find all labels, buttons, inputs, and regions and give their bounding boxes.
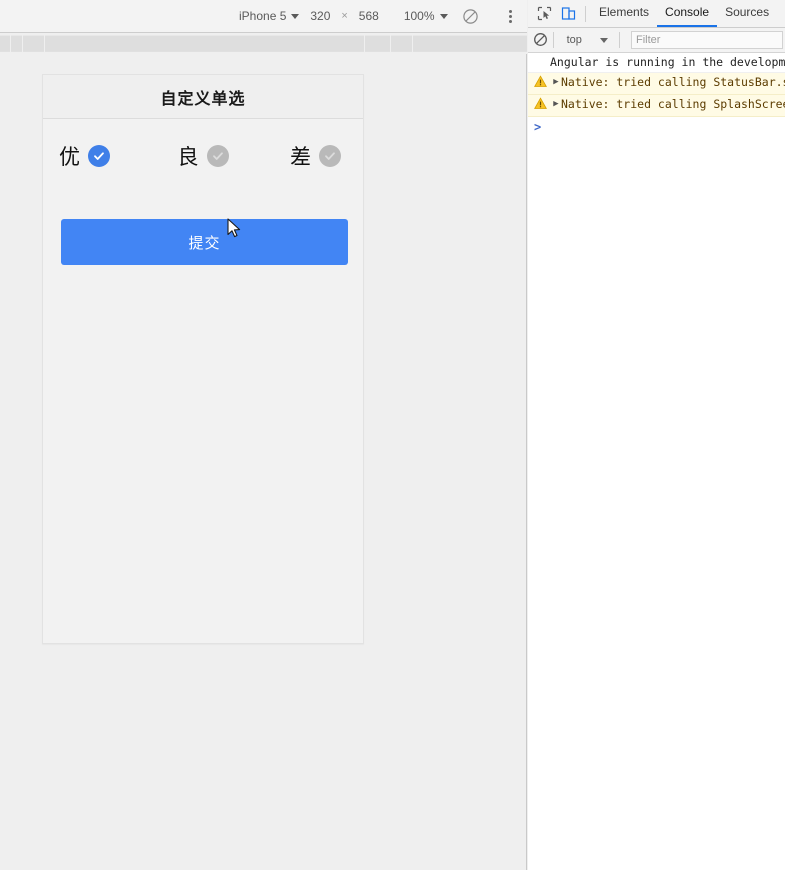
device-select[interactable]: iPhone 5	[235, 7, 303, 25]
chevron-down-icon	[600, 37, 609, 43]
prompt-arrow-icon: >	[534, 120, 542, 134]
ruler-tick	[22, 35, 23, 52]
ruler-tick	[390, 35, 391, 52]
ruler-tick	[412, 35, 413, 52]
toolbar-divider	[619, 32, 620, 48]
console-message-text: Native: tried calling SplashScreen	[561, 97, 785, 111]
console-message-text: Angular is running in the developme	[550, 55, 785, 69]
device-toolbar-icon[interactable]	[556, 3, 580, 25]
submit-button[interactable]: 提交	[61, 219, 348, 265]
radio-check-icon-selected[interactable]	[88, 145, 110, 167]
warning-triangle-icon	[534, 97, 548, 116]
toolbar-divider	[585, 5, 586, 22]
ruler-track[interactable]	[0, 35, 527, 52]
tab-sources[interactable]: Sources	[717, 0, 777, 27]
device-toolbar-menu-button[interactable]	[501, 5, 519, 27]
zoom-select[interactable]: 100%	[400, 7, 452, 25]
dimension-times-icon: ×	[341, 10, 348, 22]
ruler-tick	[44, 35, 45, 52]
console-message-warning[interactable]: ▶ Native: tried calling SplashScreen	[528, 95, 785, 117]
card-body: 优 良 差 提交	[43, 119, 363, 643]
phone-viewport: 自定义单选 优 良 差 提交	[8, 58, 520, 858]
toolbar-divider	[553, 32, 554, 48]
rotate-disabled-icon[interactable]	[462, 8, 479, 25]
kebab-dot	[508, 19, 512, 23]
radio-option-poor[interactable]: 差	[249, 141, 347, 171]
card-header: 自定义单选	[43, 75, 363, 119]
radio-option-excellent[interactable]: 优	[59, 141, 151, 171]
screen-root: iPhone 5 320 × 568 100% 自定义单选 优 良 差 提交 E…	[0, 0, 785, 870]
radio-check-icon-unselected[interactable]	[319, 145, 341, 167]
radio-label: 差	[290, 145, 311, 169]
console-message-text: Native: tried calling StatusBar.st	[561, 75, 785, 89]
warning-triangle-icon	[534, 75, 548, 94]
zoom-select-label: 100%	[403, 9, 435, 23]
console-message-info[interactable]: Angular is running in the developme	[528, 53, 785, 73]
expand-arrow-icon[interactable]: ▶	[551, 73, 561, 92]
console-filter-bar: top	[528, 28, 785, 53]
device-toolbar: iPhone 5 320 × 568 100%	[0, 0, 527, 33]
viewport-ruler[interactable]	[0, 33, 527, 54]
clear-console-icon[interactable]	[533, 32, 548, 48]
console-filter-input[interactable]	[631, 31, 783, 49]
page-title: 自定义单选	[160, 88, 246, 108]
viewport-width-input[interactable]: 320	[303, 8, 337, 24]
console-prompt[interactable]: >	[528, 117, 785, 137]
expand-arrow-icon[interactable]: ▶	[551, 95, 561, 114]
console-context-label: top	[566, 34, 582, 46]
console-message-warning[interactable]: ▶ Native: tried calling StatusBar.st	[528, 73, 785, 95]
chevron-down-icon	[439, 13, 448, 19]
ruler-tick	[364, 35, 365, 52]
viewport-height-input[interactable]: 568	[352, 8, 386, 24]
console-context-select[interactable]: top	[559, 34, 615, 46]
radio-label: 优	[59, 145, 80, 169]
kebab-dot	[508, 9, 512, 13]
tab-elements[interactable]: Elements	[591, 0, 657, 27]
tab-console[interactable]: Console	[657, 0, 718, 27]
device-select-label: iPhone 5	[239, 9, 287, 23]
devtools-tabbar: Elements Console Sources	[528, 0, 785, 28]
radio-check-icon-unselected[interactable]	[206, 145, 229, 167]
radio-option-good[interactable]: 良	[151, 141, 249, 171]
devtools-panel: Elements Console Sources top Angular is …	[528, 0, 785, 870]
inspect-element-icon[interactable]	[532, 3, 556, 25]
chevron-down-icon	[291, 13, 300, 19]
radio-group: 优 良 差	[43, 119, 363, 171]
ruler-tick	[10, 35, 11, 52]
kebab-dot	[508, 14, 512, 18]
console-message-list[interactable]: Angular is running in the developme ▶ Na…	[528, 53, 785, 870]
radio-label: 良	[177, 145, 199, 169]
custom-radio-card: 自定义单选 优 良 差 提交	[42, 74, 364, 644]
device-emulation-pane: iPhone 5 320 × 568 100% 自定义单选 优 良 差 提交	[0, 0, 527, 870]
